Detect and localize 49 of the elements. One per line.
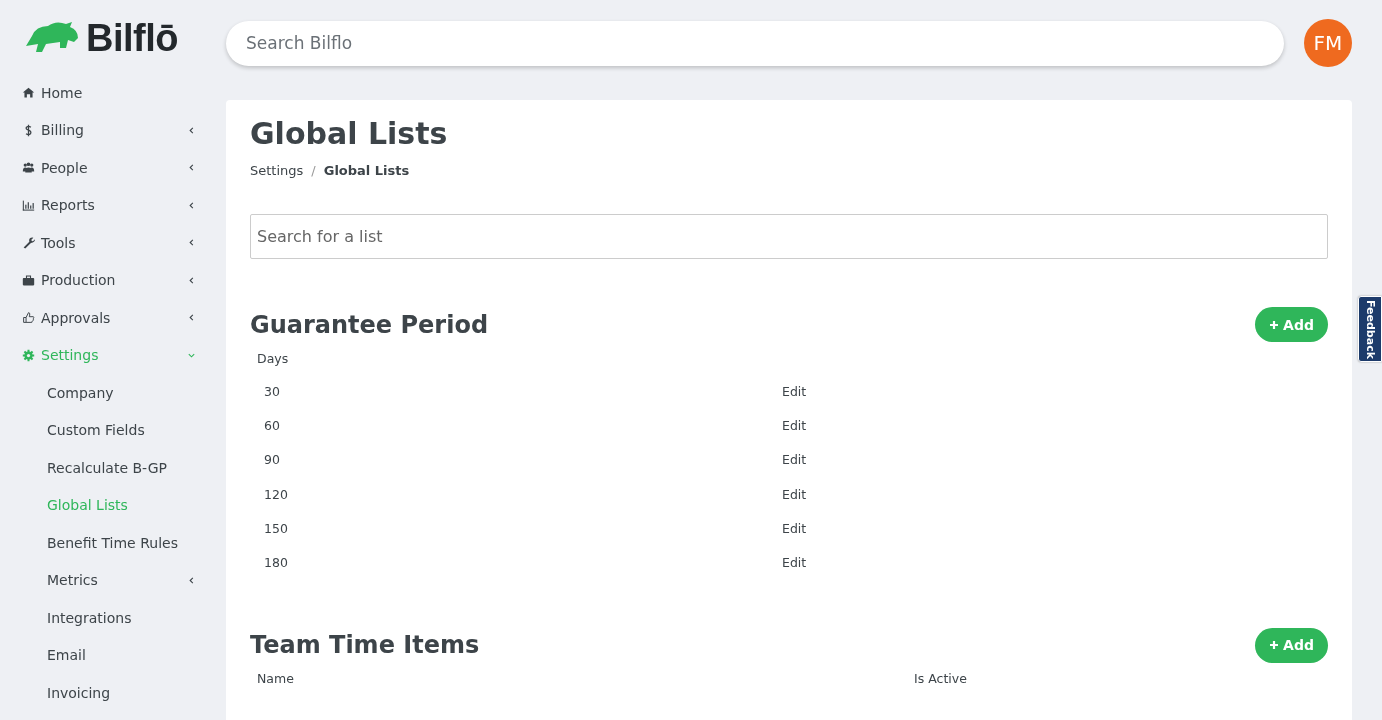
page-title: Global Lists: [250, 116, 449, 151]
column-header: Is Active: [914, 671, 967, 687]
sidebar-subitem[interactable]: Custom Fields: [22, 411, 226, 449]
edit-link[interactable]: Edit: [782, 486, 807, 502]
home-icon: [22, 86, 35, 100]
table-cell-text: 180: [263, 555, 289, 571]
sidebar-item[interactable]: Approvals: [22, 299, 226, 337]
breadcrumb-separator: /: [311, 163, 316, 178]
sidebar-item[interactable]: Production: [22, 261, 226, 299]
section-title: Guarantee Period: [250, 310, 489, 339]
edit-link[interactable]: Edit: [782, 417, 807, 433]
sidebar-subitem[interactable]: Metrics: [22, 561, 226, 599]
sidebar-subitem[interactable]: Benefit Time Rules: [22, 524, 226, 562]
breadcrumb-current: Global Lists: [323, 163, 410, 178]
sidebar-item[interactable]: Tools: [22, 224, 226, 262]
gear-icon: [22, 348, 35, 362]
wrench-icon: [22, 236, 35, 250]
sidebar-subitem[interactable]: Email: [22, 636, 226, 674]
feedback-tab[interactable]: Feedback: [1358, 296, 1382, 362]
section-title: Team Time Items: [250, 631, 480, 660]
table-cell-text: 60: [263, 417, 281, 433]
edit-link[interactable]: Edit: [782, 520, 807, 536]
table-cell-text: 150: [263, 520, 289, 536]
edit-link[interactable]: Edit: [782, 555, 807, 571]
sidebar-subitem[interactable]: Company: [22, 374, 226, 412]
column-header: Days: [257, 350, 290, 366]
thumb-icon: [22, 311, 35, 325]
sidebar-item[interactable]: Billing: [22, 111, 226, 149]
sidebar-subitem[interactable]: Invoicing: [22, 674, 226, 712]
logo-text: Bilflō: [86, 16, 178, 60]
column-header: Name: [257, 671, 295, 687]
table-cell-text: 30: [263, 383, 281, 399]
table-cell-text: 90: [263, 452, 281, 468]
sidebar-item[interactable]: Home: [22, 74, 226, 112]
briefcase-icon: [22, 273, 35, 287]
breadcrumb-link[interactable]: Settings: [250, 163, 304, 178]
edit-link[interactable]: Edit: [782, 452, 807, 468]
sidebar-item[interactable]: Reports: [22, 186, 226, 224]
sidebar-subitem[interactable]: Recalculate B-GP: [22, 449, 226, 487]
sidebar-item[interactable]: People: [22, 149, 226, 187]
chart-icon: [22, 198, 35, 212]
people-icon: [22, 161, 35, 175]
edit-link[interactable]: Edit: [782, 383, 807, 399]
search-field[interactable]: Search Bilflo: [226, 20, 1284, 66]
table-cell-text: 120: [263, 486, 289, 502]
list-search-field[interactable]: Search for a list: [250, 214, 1328, 259]
plus-icon: [1269, 640, 1280, 651]
sidebar-subitem[interactable]: Integrations: [22, 599, 226, 637]
plus-icon: [1269, 319, 1280, 330]
